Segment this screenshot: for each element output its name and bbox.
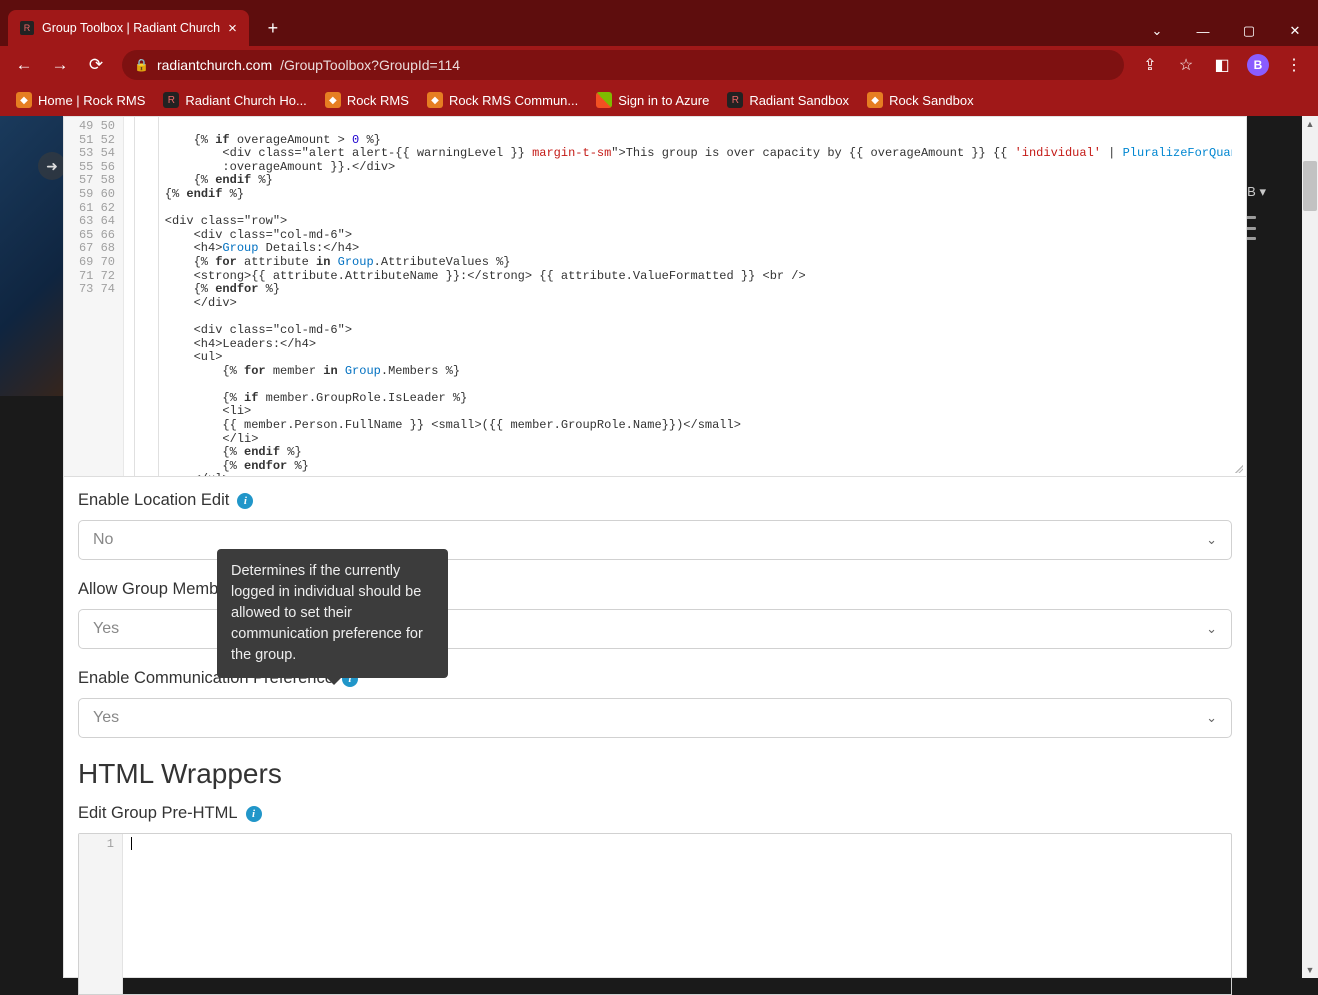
scroll-up-icon[interactable]: ▲	[1302, 116, 1318, 132]
browser-tab-active[interactable]: R Group Toolbox | Radiant Church ×	[8, 10, 249, 46]
url-host: radiantchurch.com	[157, 57, 272, 73]
window-minimize-icon[interactable]: ―	[1180, 16, 1226, 46]
menu-icon[interactable]: ⋮	[1278, 49, 1310, 81]
window-controls: ⌄ ― ▢ ✕	[1134, 16, 1318, 46]
profile-avatar[interactable]: B	[1242, 49, 1274, 81]
code-content[interactable]: {% if overageAmount > 0 %} <div class="a…	[124, 117, 1232, 476]
window-titlebar: R Group Toolbox | Radiant Church × + ⌄ ―…	[0, 0, 1318, 46]
bookmarks-bar: ◆Home | Rock RMS RRadiant Church Ho... ◆…	[0, 84, 1318, 116]
bookmark-icon: ◆	[16, 92, 32, 108]
bookmark-home-rock-rms[interactable]: ◆Home | Rock RMS	[8, 88, 153, 112]
code-gutter: 1	[79, 834, 123, 994]
field-enable-communication-preference: Enable Communication Preference i Yes ⌄	[78, 669, 1232, 738]
lock-icon: 🔒	[134, 58, 149, 72]
window-maximize-icon[interactable]: ▢	[1226, 16, 1272, 46]
chevron-down-icon: ⌄	[1206, 710, 1217, 726]
lava-code-editor[interactable]: 49 50 51 52 53 54 55 56 57 58 59 60 61 6…	[64, 117, 1246, 477]
page-scrollbar[interactable]: ▲ ▼	[1302, 116, 1318, 978]
bookmark-icon	[596, 92, 612, 108]
share-icon[interactable]: ⇪	[1134, 49, 1166, 81]
select-enable-communication-preference[interactable]: Yes ⌄	[78, 698, 1232, 738]
browser-toolbar: ← → ⟳ 🔒 radiantchurch.com/GroupToolbox?G…	[0, 46, 1318, 84]
chevron-down-icon: ⌄	[1206, 532, 1217, 548]
bookmark-icon: R	[727, 92, 743, 108]
bookmark-star-icon[interactable]: ☆	[1170, 49, 1202, 81]
pre-html-code-editor[interactable]: 1	[78, 833, 1232, 995]
text-cursor	[131, 837, 132, 850]
bookmark-radiant-sandbox[interactable]: RRadiant Sandbox	[719, 88, 857, 112]
settings-card: 49 50 51 52 53 54 55 56 57 58 59 60 61 6…	[63, 116, 1247, 978]
bookmark-radiant-church[interactable]: RRadiant Church Ho...	[155, 88, 314, 112]
nav-reload-button[interactable]: ⟳	[80, 49, 112, 81]
field-label: Enable Location Edit i	[78, 491, 1232, 510]
code-content[interactable]	[123, 834, 1231, 994]
scroll-thumb[interactable]	[1303, 161, 1317, 211]
field-label: Edit Group Pre-HTML i	[78, 804, 1232, 823]
tab-title: Group Toolbox | Radiant Church	[42, 21, 220, 35]
nav-back-button[interactable]: ←	[8, 49, 40, 81]
page-viewport: ➜ DB ▾ 49 50 51 52 53 54 55 56 57 58 59 …	[0, 116, 1318, 978]
bookmark-icon: ◆	[325, 92, 341, 108]
scroll-down-icon[interactable]: ▼	[1302, 962, 1318, 978]
bookmark-sign-in-azure[interactable]: Sign in to Azure	[588, 88, 717, 112]
bookmark-rock-rms[interactable]: ◆Rock RMS	[317, 88, 417, 112]
side-panel-icon[interactable]: ◧	[1206, 49, 1238, 81]
tab-search-icon[interactable]: ⌄	[1134, 16, 1180, 46]
url-path: /GroupToolbox?GroupId=114	[280, 57, 460, 73]
bookmark-icon: ◆	[427, 92, 443, 108]
bookmark-rock-sandbox[interactable]: ◆Rock Sandbox	[859, 88, 982, 112]
tab-close-icon[interactable]: ×	[228, 20, 237, 37]
window-close-icon[interactable]: ✕	[1272, 16, 1318, 46]
favicon-icon: R	[20, 21, 34, 35]
field-edit-group-pre-html: Edit Group Pre-HTML i 1	[78, 804, 1232, 995]
section-heading-html-wrappers: HTML Wrappers	[78, 758, 1232, 790]
bookmark-rock-rms-community[interactable]: ◆Rock RMS Commun...	[419, 88, 586, 112]
info-icon[interactable]: i	[237, 493, 253, 509]
code-gutter: 49 50 51 52 53 54 55 56 57 58 59 60 61 6…	[64, 117, 124, 476]
tooltip-communication-preference: Determines if the currently logged in in…	[217, 549, 448, 678]
resize-handle-icon[interactable]	[1232, 462, 1244, 474]
nav-forward-button[interactable]: →	[44, 49, 76, 81]
chevron-down-icon: ⌄	[1206, 621, 1217, 637]
address-bar[interactable]: 🔒 radiantchurch.com/GroupToolbox?GroupId…	[122, 50, 1124, 80]
bookmark-icon: ◆	[867, 92, 883, 108]
new-tab-button[interactable]: +	[259, 14, 287, 42]
bookmark-icon: R	[163, 92, 179, 108]
info-icon[interactable]: i	[246, 806, 262, 822]
